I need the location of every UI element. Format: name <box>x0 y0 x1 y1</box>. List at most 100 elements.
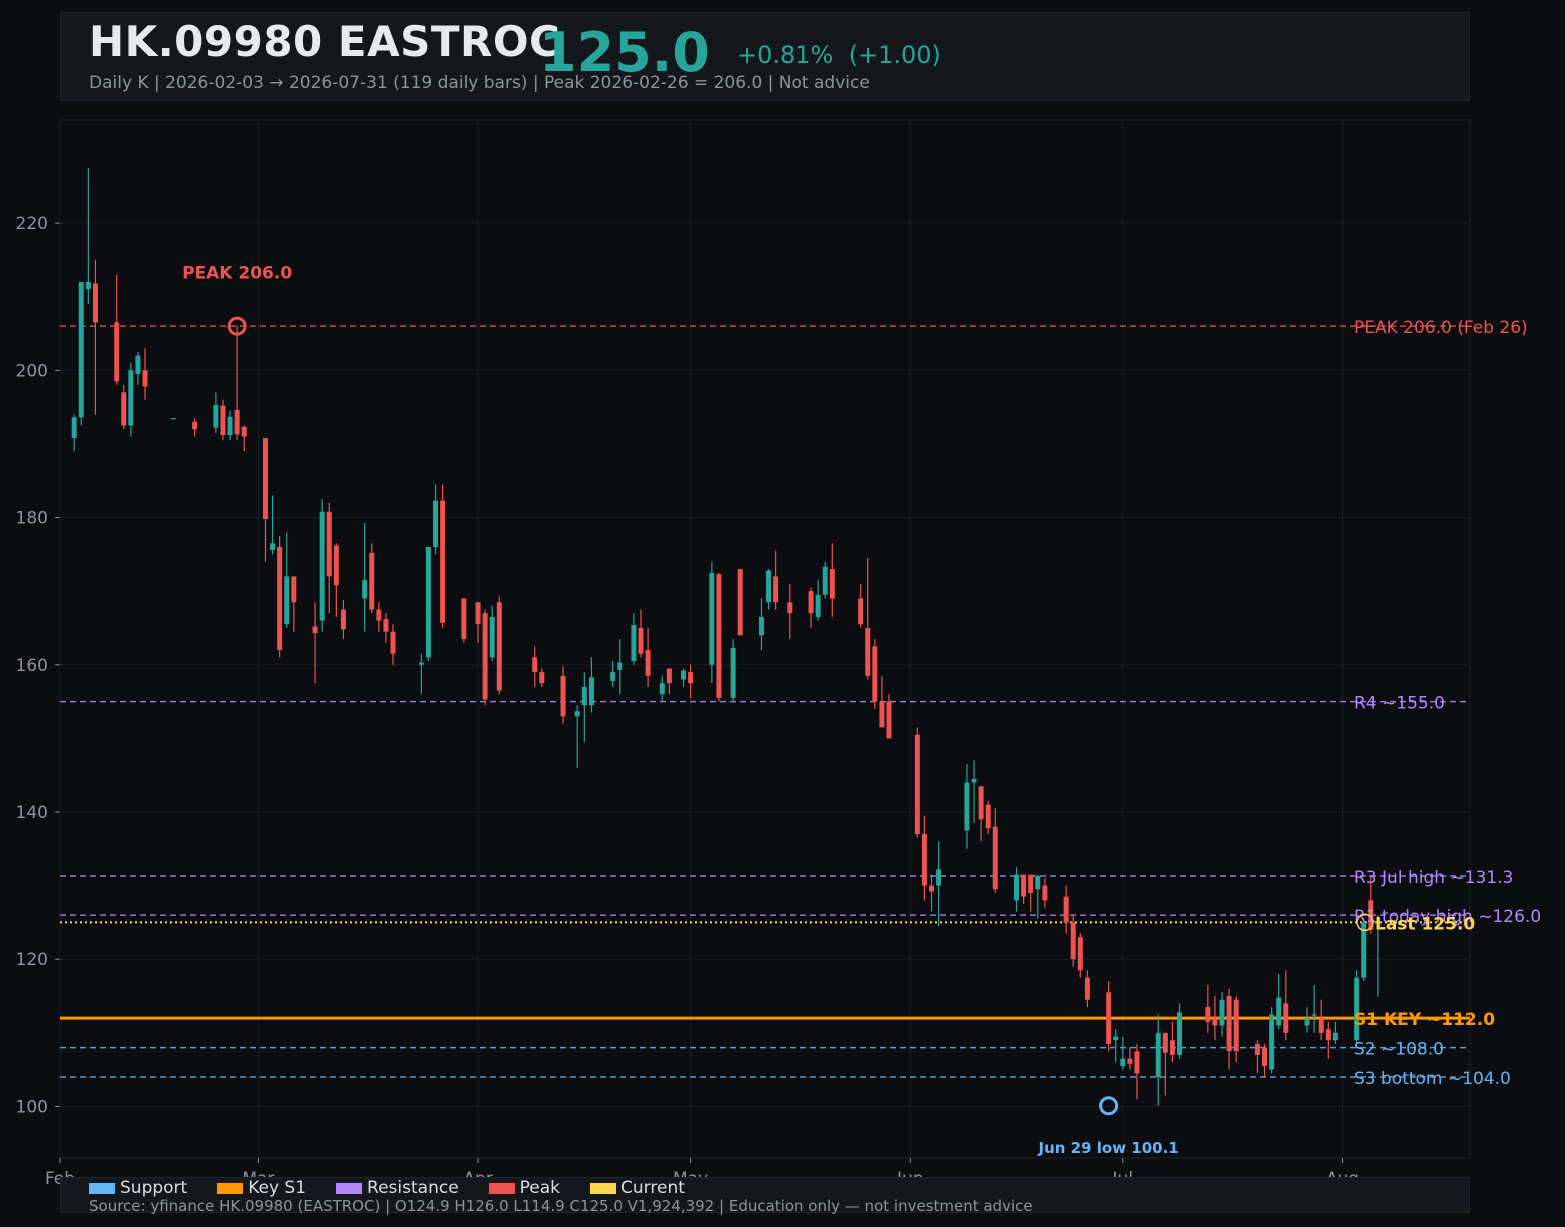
candle-body <box>773 576 779 603</box>
candle-body <box>758 616 764 636</box>
candle-body <box>1084 977 1090 1000</box>
candle-body <box>333 545 339 586</box>
y-tick-label: 200 <box>16 361 48 381</box>
candle-body <box>1134 1051 1140 1074</box>
candle-body <box>496 602 502 691</box>
candle-body <box>227 416 233 436</box>
candle-body <box>737 569 743 636</box>
legend-item-current: Current <box>590 1178 685 1198</box>
candle-body <box>1028 874 1034 893</box>
candle-body <box>929 885 935 892</box>
candle-body <box>1276 997 1282 1026</box>
candle-body <box>936 869 942 886</box>
candle-body <box>390 631 396 654</box>
candle-body <box>787 602 793 614</box>
legend-item-key-s1: Key S1 <box>217 1178 306 1198</box>
candle-body <box>220 405 226 436</box>
candle-body <box>730 647 736 698</box>
legend-item-resistance: Resistance <box>336 1178 459 1198</box>
candle-body <box>964 782 970 831</box>
candle-body <box>277 546 283 651</box>
candle-body <box>532 657 538 673</box>
candle-body <box>666 668 672 684</box>
candle-body <box>1205 1007 1211 1022</box>
candle-body <box>1176 1012 1182 1055</box>
candle-body <box>1014 874 1020 901</box>
candle-body <box>489 616 495 658</box>
candle-body <box>114 322 120 382</box>
candle-body <box>992 826 998 890</box>
candle-body <box>326 511 332 577</box>
candle-body <box>1021 874 1027 897</box>
candle-body <box>284 576 290 625</box>
candle-body <box>433 500 439 547</box>
candle-body <box>383 619 389 632</box>
candle-body <box>270 543 276 550</box>
candle-body <box>142 370 148 387</box>
candle-body <box>879 701 885 728</box>
candle-body <box>709 572 715 665</box>
candle-body <box>588 677 594 706</box>
candle-body <box>914 734 920 835</box>
candle-body <box>1070 922 1076 960</box>
candle-body <box>128 370 134 426</box>
candle-body <box>581 686 587 706</box>
candle-body <box>319 511 325 621</box>
candle-body <box>1311 1014 1317 1016</box>
candle-body <box>121 392 127 426</box>
level-label-current: Last 125.0 <box>1375 914 1475 934</box>
legend-label: Key S1 <box>248 1178 307 1198</box>
candle-body <box>645 650 651 676</box>
candle-body <box>1077 937 1083 971</box>
candle-body <box>1042 885 1048 901</box>
level-label-support: S3 bottom ~104.0 <box>1354 1069 1511 1089</box>
level-label-resistance: R3 Jul high ~131.3 <box>1354 868 1513 888</box>
candle-body <box>659 683 665 695</box>
candle-body <box>829 569 835 599</box>
candle-body <box>1127 1058 1133 1064</box>
candle-body <box>376 609 382 621</box>
candle-body <box>1212 1018 1218 1026</box>
low-annotation: Jun 29 low 100.1 <box>1038 1139 1179 1157</box>
candle-body <box>1106 992 1112 1044</box>
candle-body <box>1354 977 1360 1041</box>
candle-body <box>1219 999 1225 1026</box>
candle-body <box>340 609 346 630</box>
source-note: Source: yfinance HK.09980 (EASTROC) | O1… <box>89 1197 1033 1215</box>
candle-body <box>766 570 772 603</box>
y-tick-label: 100 <box>16 1097 48 1117</box>
candle-body <box>1318 1018 1324 1033</box>
candle-body <box>135 355 141 374</box>
candle-body <box>1035 876 1041 890</box>
chart-legend: Support Key S1 Resistance Peak Current <box>89 1178 715 1198</box>
candle-body <box>1233 999 1239 1052</box>
candle-body <box>560 675 566 717</box>
candle-body <box>92 283 98 323</box>
candle-body <box>1063 896 1069 923</box>
candle-body <box>461 598 467 639</box>
candle-body <box>78 281 84 418</box>
candlestick-chart: 100120140160180200220FebMarAprMayJunJulA… <box>16 119 1541 1189</box>
legend-label: Current <box>621 1178 685 1198</box>
candle-body <box>262 438 268 520</box>
candle-body <box>1155 1032 1161 1078</box>
legend-swatch <box>590 1182 617 1194</box>
level-label-support: S2 ~108.0 <box>1354 1040 1444 1060</box>
candle-body <box>688 672 694 684</box>
candle-body <box>241 426 247 437</box>
y-tick-label: 220 <box>16 214 48 234</box>
candle-body <box>170 418 176 420</box>
legend-swatch <box>89 1182 115 1194</box>
candle-body <box>85 281 91 290</box>
peak-annotation: PEAK 206.0 <box>182 263 292 283</box>
legend-item-support: Support <box>89 1178 187 1198</box>
candle-body <box>574 711 580 717</box>
y-tick-label: 140 <box>16 803 48 823</box>
candle-body <box>1269 1014 1275 1070</box>
candle-body <box>1120 1058 1126 1066</box>
candle-body <box>886 701 892 739</box>
candle-body <box>858 598 864 625</box>
candle-body <box>822 566 828 595</box>
y-tick-label: 160 <box>16 656 48 676</box>
candle-body <box>617 662 623 670</box>
